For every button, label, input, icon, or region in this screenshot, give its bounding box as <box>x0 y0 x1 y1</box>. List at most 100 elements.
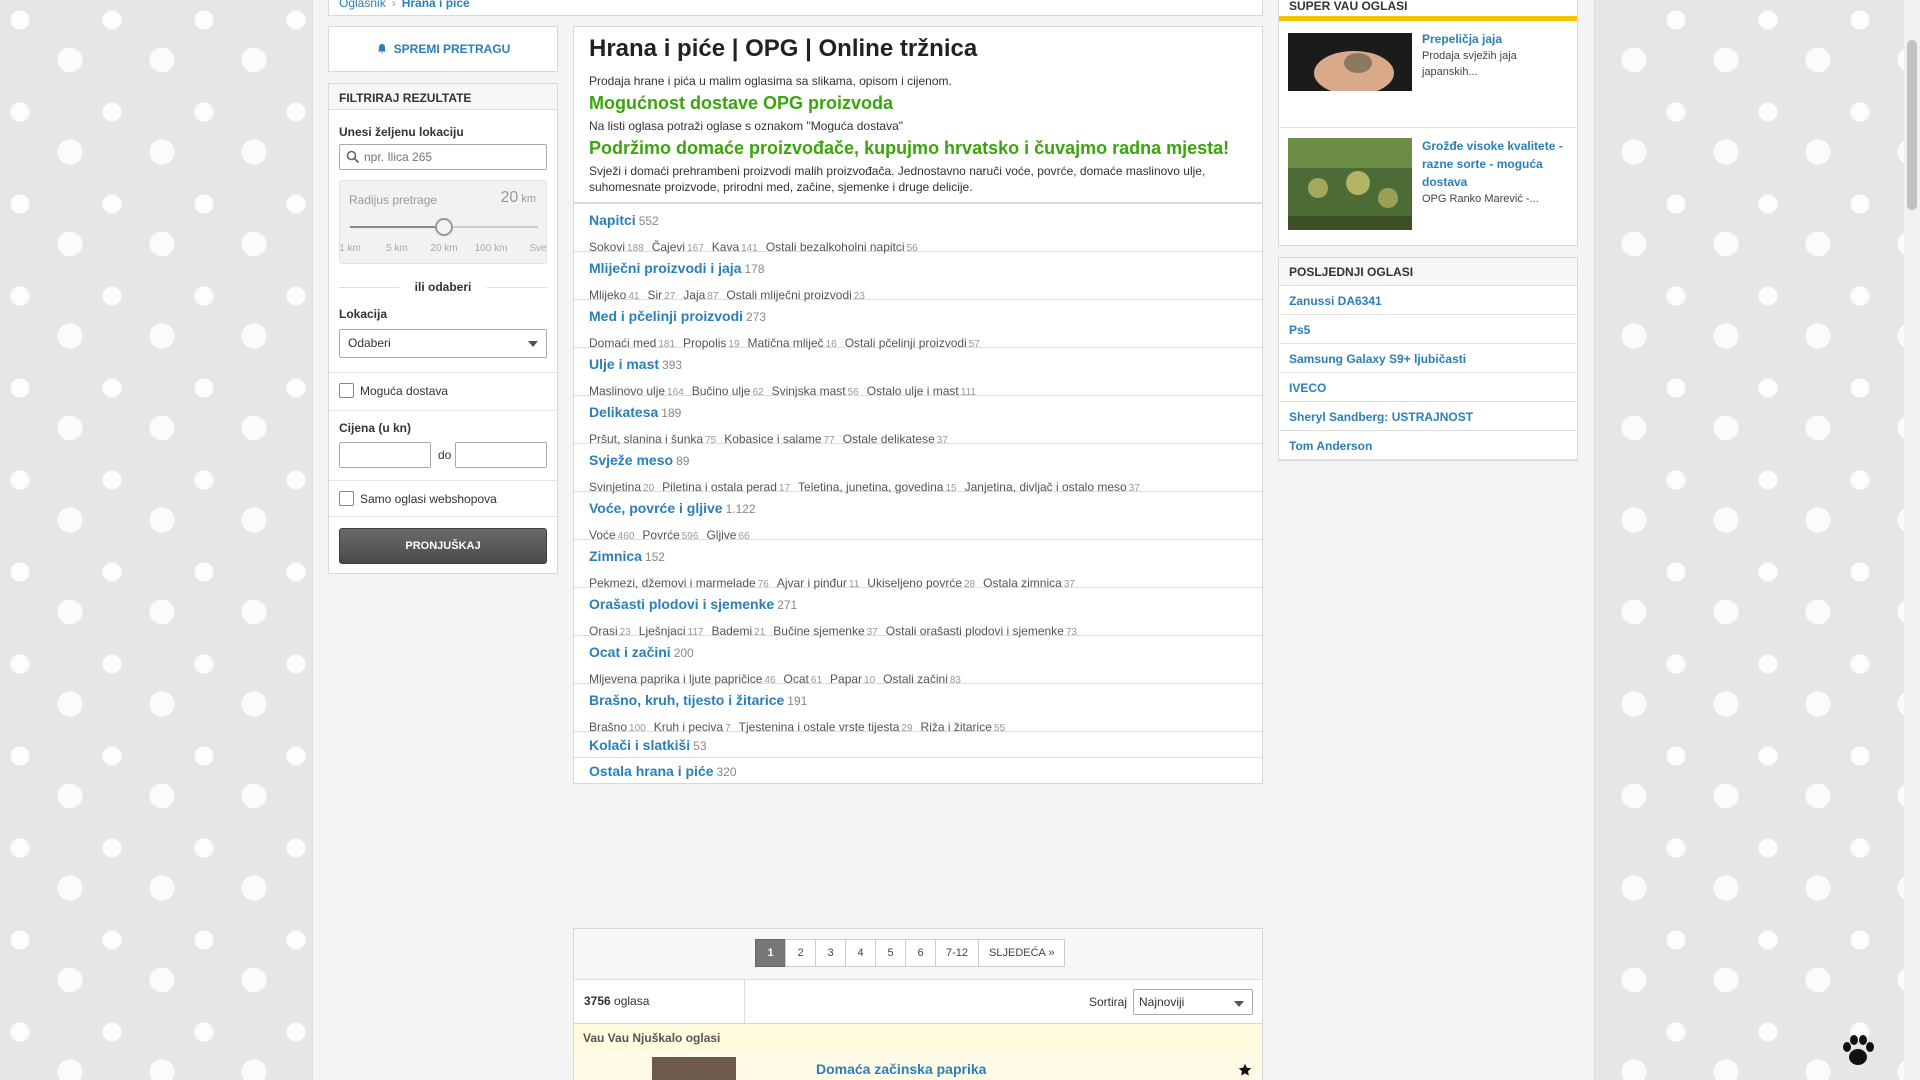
category-link[interactable]: Zimnica 152 <box>589 548 1247 564</box>
subcategory-link[interactable]: Ostale delikatese 37 <box>843 432 948 446</box>
subcategory-link[interactable]: Ajvar i pinđur 11 <box>777 576 859 590</box>
category-link[interactable]: Orašasti plodovi i sjemenke 271 <box>589 596 1247 612</box>
subcategory-link[interactable]: Lješnjaci 117 <box>639 624 704 638</box>
save-search-button[interactable]: SPREMI PRETRAGU <box>328 26 558 72</box>
page-button[interactable]: 3 <box>815 939 846 967</box>
ad-title[interactable]: Domaća začinska paprika <box>816 1061 986 1077</box>
subcategory-link[interactable]: Gljive 66 <box>706 528 749 542</box>
page-button[interactable]: 7-12 <box>935 939 980 967</box>
subcategory-link[interactable]: Ostali začini 83 <box>883 672 961 686</box>
subcategory-link[interactable]: Janjetina, divljač i ostalo meso 37 <box>965 480 1140 494</box>
category-link[interactable]: Med i pčelinji proizvodi 273 <box>589 308 1247 324</box>
subcategory-link[interactable]: Brašno 100 <box>589 720 646 734</box>
page-button[interactable]: 2 <box>785 939 816 967</box>
subcategory-link[interactable]: Matična mliječ 16 <box>748 336 837 350</box>
webshop-filter[interactable]: Samo oglasi webshopova <box>339 491 497 506</box>
location-input[interactable] <box>339 144 547 170</box>
super-ad-item[interactable]: Prepeličja jaja Prodaja svježih jaja jap… <box>1279 21 1577 128</box>
subcategory-link[interactable]: Orasi 23 <box>589 624 631 638</box>
page-button[interactable]: 4 <box>845 939 876 967</box>
latest-ad-link[interactable]: Zanussi DA6341 <box>1279 286 1577 315</box>
subcategory-link[interactable]: Bademi 21 <box>711 624 765 638</box>
delivery-filter[interactable]: Moguća dostava <box>339 383 448 398</box>
delivery-checkbox[interactable] <box>339 383 354 398</box>
subcategory-link[interactable]: Mljevena paprika i ljute papričice 46 <box>589 672 776 686</box>
category-link[interactable]: Delikatesa 189 <box>589 404 1247 420</box>
subcategory-link[interactable]: Povrće 596 <box>642 528 698 542</box>
subcategory-link[interactable]: Maslinovo ulje 164 <box>589 384 684 398</box>
subcategory-link[interactable]: Ostali mliječni proizvodi 23 <box>726 288 865 302</box>
scrollbar-thumb[interactable] <box>1907 40 1917 210</box>
subcategory-link[interactable]: Sokovi 188 <box>589 240 644 254</box>
subcategory-link[interactable]: Ocat 61 <box>784 672 822 686</box>
category-link[interactable]: Brašno, kruh, tijesto i žitarice 191 <box>589 692 1247 708</box>
subcategory-link[interactable]: Kobasice i salame 77 <box>724 432 835 446</box>
subcategory-link[interactable]: Bučine sjemenke 37 <box>773 624 878 638</box>
super-ad-title[interactable]: Grožđe visoke kvalitete - razne sorte - … <box>1422 137 1570 191</box>
category-link[interactable]: Napitci 552 <box>589 212 1247 228</box>
category-link[interactable]: Ostala hrana i piće 320 <box>589 763 1247 779</box>
webshop-checkbox[interactable] <box>339 491 354 506</box>
latest-ad-link[interactable]: Ps5 <box>1279 315 1577 344</box>
subcategory-link[interactable]: Propolis 19 <box>683 336 739 350</box>
subcategory-link[interactable]: Ostalo ulje i mast 111 <box>867 384 976 398</box>
latest-ad-link[interactable]: Tom Anderson <box>1279 431 1577 460</box>
category-item: Kolači i slatkiši 53 <box>574 731 1262 757</box>
subcategory-link[interactable]: Riža i žitarice 55 <box>921 720 1005 734</box>
super-ad-item[interactable]: Grožđe visoke kvalitete - razne sorte - … <box>1279 128 1577 235</box>
subcategory-link[interactable]: Ostala zimnica 37 <box>983 576 1075 590</box>
grapes-photo[interactable] <box>1288 138 1412 230</box>
subcategory-link[interactable]: Ostali bezalkoholni napitci 56 <box>766 240 918 254</box>
subcategory-link[interactable]: Sir 27 <box>647 288 675 302</box>
paw-icon[interactable] <box>1838 1030 1878 1070</box>
latest-ad-link[interactable]: IVECO <box>1279 373 1577 402</box>
subcategory-link[interactable]: Kava 141 <box>712 240 758 254</box>
latest-ad-link[interactable]: Samsung Galaxy S9+ ljubičasti <box>1279 344 1577 373</box>
subcategory-link[interactable]: Mlijeko 41 <box>589 288 639 302</box>
location-label: Unesi željenu lokaciju <box>339 125 464 139</box>
subcategory-count: 75 <box>705 435 717 446</box>
page-button[interactable]: SLJEDEĆA » <box>978 939 1066 967</box>
ad-list-item[interactable]: Domaća začinska paprika <box>574 1051 1262 1080</box>
super-ad-title[interactable]: Prepeličja jaja <box>1422 30 1570 48</box>
scrollbar[interactable] <box>1904 0 1920 1080</box>
category-link[interactable]: Ocat i začini 200 <box>589 644 1247 660</box>
subcategory-link[interactable]: Ostali pčelinji proizvodi 57 <box>845 336 980 350</box>
ad-thumbnail[interactable] <box>652 1057 736 1080</box>
sort-select[interactable]: Najnoviji <box>1133 989 1253 1015</box>
price-from-input[interactable] <box>339 442 431 468</box>
search-submit-button[interactable]: PRONJUŠKAJ <box>339 528 547 564</box>
category-link[interactable]: Voće, povrće i gljive 1.122 <box>589 500 1247 516</box>
subcategory-link[interactable]: Čajevi 167 <box>652 240 704 254</box>
breadcrumb-root[interactable]: Oglasnik <box>339 0 386 10</box>
page-button[interactable]: 5 <box>875 939 906 967</box>
subcategory-link[interactable]: Bučino ulje 62 <box>692 384 764 398</box>
subcategory-link[interactable]: Domaći med 181 <box>589 336 675 350</box>
subcategory-link[interactable]: Tjestenina i ostale vrste tijesta 29 <box>739 720 913 734</box>
category-link[interactable]: Svježe meso 89 <box>589 452 1247 468</box>
subcategory-link[interactable]: Ukiseljeno povrće 28 <box>867 576 975 590</box>
subcategory-link[interactable]: Papar 10 <box>830 672 875 686</box>
latest-ad-link[interactable]: Sheryl Sandberg: USTRAJNOST <box>1279 402 1577 431</box>
subcategory-link[interactable]: Jaja 87 <box>683 288 718 302</box>
price-to-input[interactable] <box>455 442 547 468</box>
subcategory-link[interactable]: Kruh i peciva 7 <box>654 720 731 734</box>
lokacija-select[interactable]: Odaberi <box>339 329 547 358</box>
subcategory-link[interactable]: Voće 460 <box>589 528 634 542</box>
star-icon[interactable] <box>1238 1063 1252 1077</box>
subcategory-link[interactable]: Pekmezi, džemovi i marmelade 76 <box>589 576 769 590</box>
category-link[interactable]: Ulje i mast 393 <box>589 356 1247 372</box>
page-button[interactable]: 1 <box>755 939 786 967</box>
subcategory-link[interactable]: Svinjetina 20 <box>589 480 654 494</box>
subcategory-link[interactable]: Pršut, slanina i šunka 75 <box>589 432 716 446</box>
category-link[interactable]: Mliječni proizvodi i jaja 178 <box>589 260 1247 276</box>
page-button[interactable]: 6 <box>905 939 936 967</box>
breadcrumb-current[interactable]: Hrana i piće <box>402 0 470 10</box>
subcategory-link[interactable]: Svinjska mast 56 <box>772 384 859 398</box>
subcategory-link[interactable]: Piletina i ostala perad 17 <box>662 480 790 494</box>
category-link[interactable]: Kolači i slatkiši 53 <box>589 737 1247 753</box>
subcategory-link[interactable]: Teletina, junetina, govedina 15 <box>798 480 957 494</box>
subcategory-link[interactable]: Ostali orašasti plodovi i sjemenke 73 <box>886 624 1077 638</box>
quail-eggs-photo[interactable] <box>1288 33 1412 91</box>
radius-slider-handle[interactable] <box>435 218 453 236</box>
